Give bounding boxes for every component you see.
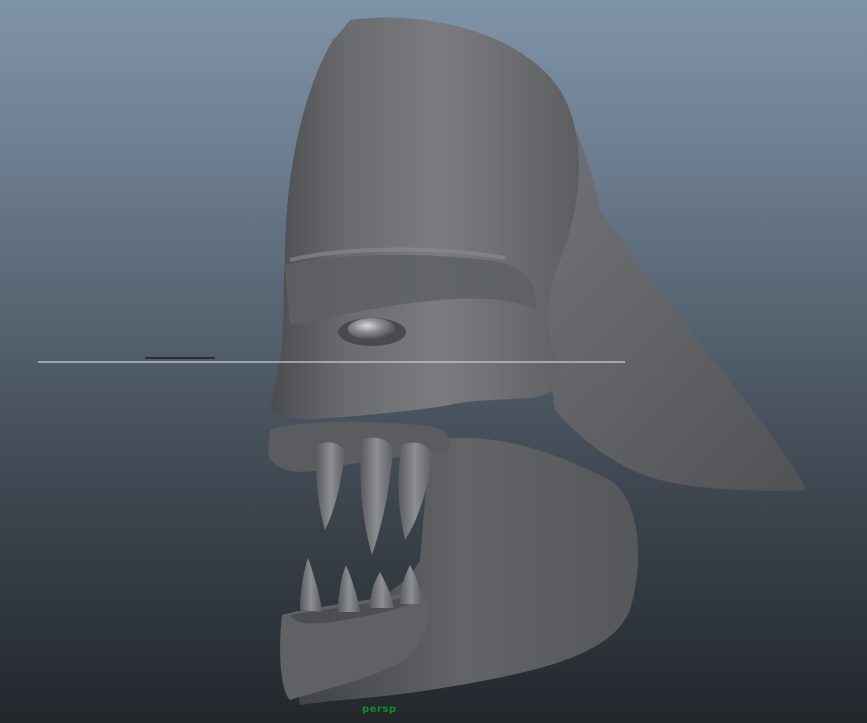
eyeball[interactable] bbox=[348, 318, 396, 340]
upper-fang-1[interactable] bbox=[316, 442, 345, 530]
lower-fang-3[interactable] bbox=[370, 572, 394, 608]
lower-fang-2[interactable] bbox=[338, 565, 360, 612]
upper-fang-2[interactable] bbox=[360, 437, 393, 555]
perspective-viewport[interactable]: persp bbox=[0, 0, 867, 723]
head-mesh[interactable] bbox=[270, 17, 579, 420]
lower-fang-1[interactable] bbox=[300, 558, 322, 612]
camera-name-label: persp bbox=[362, 704, 397, 715]
scene-render[interactable] bbox=[0, 0, 867, 723]
